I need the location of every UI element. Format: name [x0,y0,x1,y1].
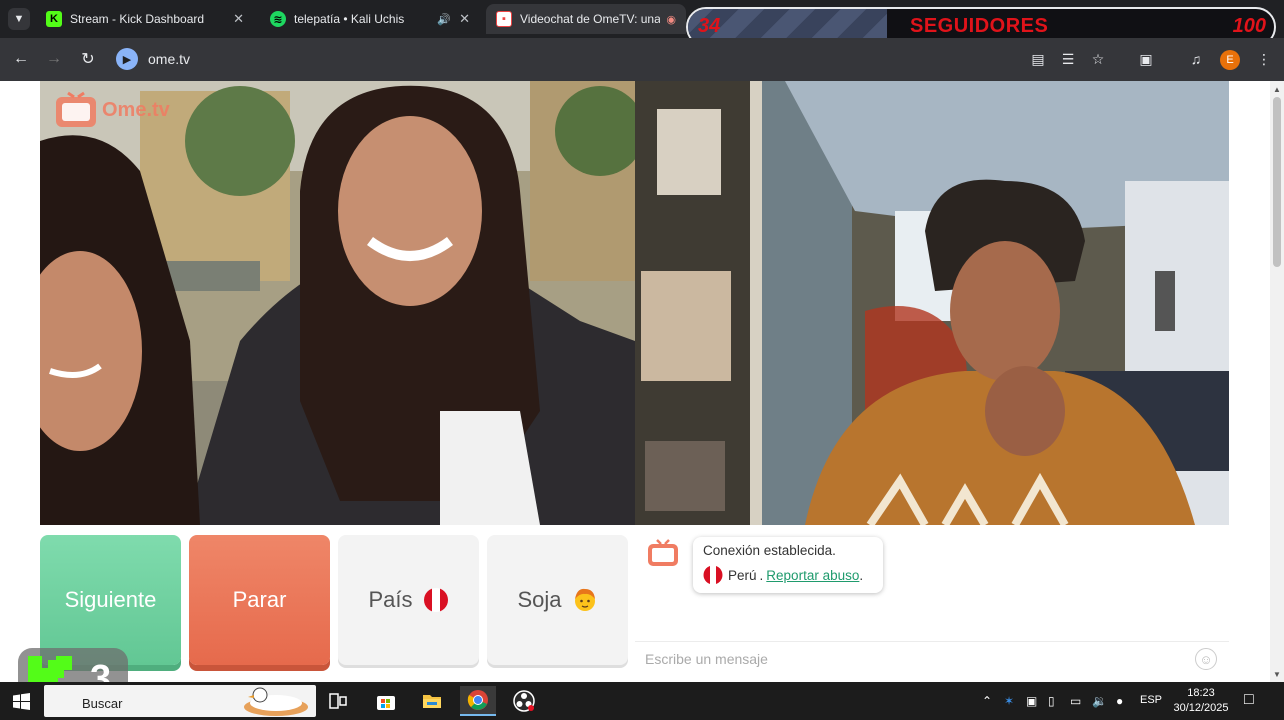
microphone-icon[interactable]: ● [1116,694,1123,708]
gender-filter-button[interactable]: Soja [487,535,628,665]
ometv-logo-icon [56,91,96,127]
local-video: Ome.tv [40,81,635,525]
tab-ometv[interactable]: ▪ Videochat de OmeTV: una ◉ [486,4,686,34]
kick-logo-icon: K [46,11,62,27]
remote-video-frame [635,81,1229,525]
bookmark-star-icon[interactable]: ☆ [1088,49,1108,69]
next-button[interactable]: Siguiente [40,535,181,665]
message-bar: ☺ [635,641,1229,675]
chrome-icon[interactable] [460,686,496,716]
tab-title: Videochat de OmeTV: una [520,12,661,26]
connection-status: Conexión establecida. [703,543,836,558]
microsoft-store-icon[interactable] [368,686,404,716]
page-scrollbar[interactable]: ▲ ▼ [1270,81,1284,682]
remote-video [635,81,1229,525]
windows-start-icon[interactable] [13,693,30,710]
gender-filter-label: Soja [517,587,562,612]
menu-kebab-icon[interactable]: ⋮ [1254,49,1274,69]
close-icon[interactable]: ✕ [459,11,470,27]
tray-chevron-icon[interactable]: ⌃ [982,694,992,708]
battery-icon[interactable]: ▯ [1048,694,1055,708]
site-info-icon[interactable]: ▶ [116,48,138,70]
back-arrow-icon[interactable]: ← [10,48,32,70]
tab-title: telepatía • Kali Uchis [294,12,405,26]
stop-button[interactable]: Parar [189,535,330,665]
tab-spotify[interactable]: ≋ telepatía • Kali Uchis 🔊 ✕ [260,4,480,34]
clock-time: 18:23 [1187,687,1215,699]
separator: . [759,567,764,583]
reload-icon[interactable]: ↻ [77,48,99,70]
recording-icon: ◉ [666,13,676,26]
obs-studio-icon[interactable] [506,686,542,716]
media-controls-icon[interactable]: ♫ [1186,49,1206,69]
taskbar-search-label: Buscar [82,696,123,711]
extensions-icon[interactable]: ▣ [1136,49,1156,69]
country-filter-label: País [368,587,413,612]
browser-toolbar: ← → ↻ ▶ ome.tv ▤ ☰ ☆ ▣ ♫ ⋮ [0,38,1284,81]
profile-avatar[interactable]: E [1220,50,1240,70]
tab-title: Stream - Kick Dashboard [70,12,205,26]
url-text: ome.tv [148,51,191,67]
search-highlight-icon [244,687,308,716]
bluetooth-icon[interactable]: ✶ [1004,694,1014,708]
ometv-logo-text: Ome.tv [102,98,170,121]
peru-flag-icon [423,588,448,612]
forward-arrow-icon[interactable]: → [43,48,65,70]
clock-date: 30/12/2025 [1173,702,1229,714]
system-message: Conexión establecida. Perú . Reportar ab… [693,537,883,593]
local-video-frame [40,81,635,525]
chat-panel: Conexión establecida. Perú . Reportar ab… [635,525,1229,675]
ometv-logo-icon [648,539,678,566]
scroll-down-arrow-icon[interactable]: ▼ [1272,669,1282,679]
translate-icon[interactable]: ☰ [1058,49,1078,69]
install-app-icon[interactable]: ▤ [1028,49,1048,69]
tab-kick-dashboard[interactable]: K Stream - Kick Dashboard ✕ [36,4,254,34]
camera-icon[interactable]: ▣ [1026,694,1037,708]
language-indicator[interactable]: ESP [1140,694,1162,706]
network-icon[interactable]: ▭ [1070,694,1081,708]
partner-country: Perú [728,567,757,583]
stop-button-label: Parar [232,587,287,612]
taskbar-clock[interactable]: 18:23 30/12/2025 [1170,686,1232,716]
ometv-logo-icon: ▪ [496,11,512,27]
boy-emoji-icon [574,588,595,611]
country-filter-button[interactable]: País [338,535,479,665]
taskbar-search[interactable]: Buscar [44,685,316,717]
follower-goal-target: 100 [1232,15,1266,37]
follower-goal-label: SEGUIDORES [910,15,1049,37]
notifications-icon[interactable]: □ [1244,691,1254,709]
tab-search-button[interactable]: ▼ [8,8,30,30]
ometv-watermark: Ome.tv [54,91,170,129]
next-button-label: Siguiente [64,587,157,612]
volume-icon[interactable]: 🔉 [1092,694,1107,708]
scroll-thumb[interactable] [1273,97,1281,267]
report-abuse-link[interactable]: Reportar abuso [766,568,859,583]
emoji-picker-icon[interactable]: ☺ [1195,648,1217,670]
tab-strip: ▼ K Stream - Kick Dashboard ✕ ≋ telepatí… [0,0,1284,47]
follower-goal-current: 34 [698,15,721,37]
spotify-logo-icon: ≋ [270,11,286,27]
file-explorer-icon[interactable] [414,686,450,716]
message-input[interactable] [645,648,1185,670]
peru-flag-icon [703,565,723,585]
speaker-icon[interactable]: 🔊 [437,13,451,26]
task-view-icon[interactable] [320,686,356,716]
scroll-up-arrow-icon[interactable]: ▲ [1272,84,1282,94]
windows-taskbar: Buscar ⌃ ✶ ▣ ▯ ▭ 🔉 ● ESP 18:23 30/12/202… [0,682,1284,720]
report-suffix: . [859,567,864,583]
close-icon[interactable]: ✕ [233,11,244,27]
